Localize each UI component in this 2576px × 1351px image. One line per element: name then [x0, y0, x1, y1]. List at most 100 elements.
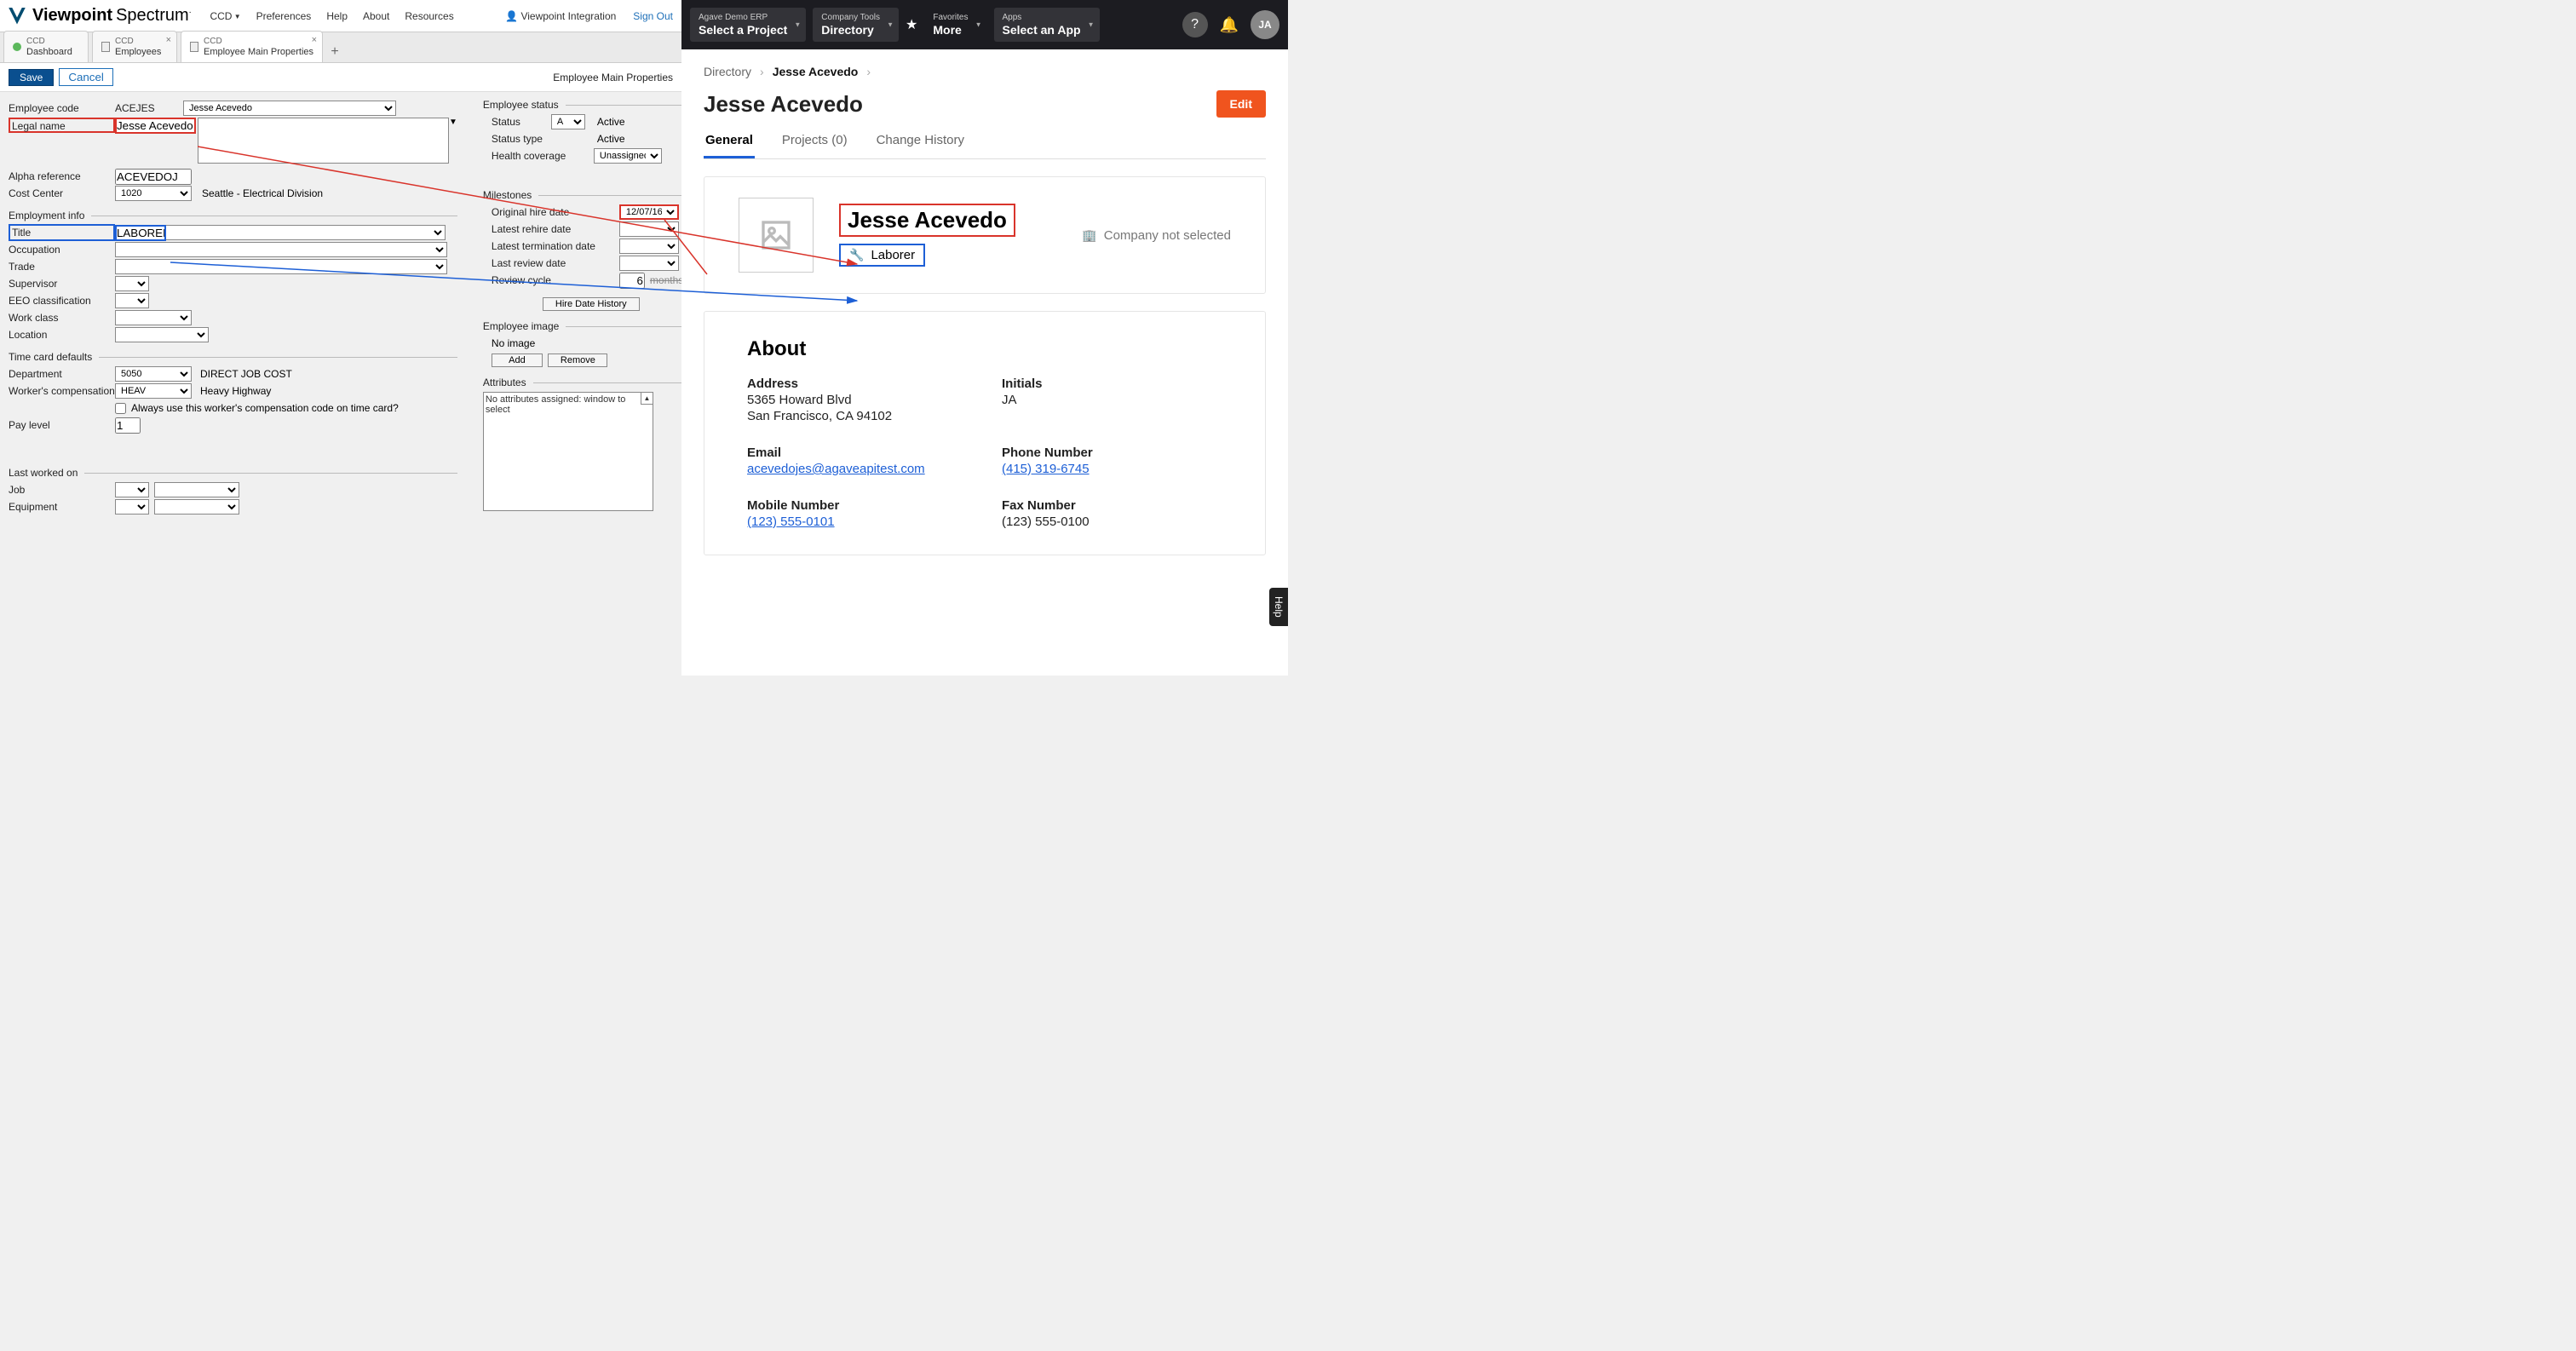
apps-selector[interactable]: AppsSelect an App	[994, 8, 1100, 42]
supervisor-select[interactable]	[115, 276, 149, 291]
add-image-button[interactable]: Add	[492, 354, 543, 367]
alpha-ref-input[interactable]	[115, 169, 192, 185]
edit-button[interactable]: Edit	[1216, 90, 1266, 118]
menu-ccd[interactable]: CCD	[210, 10, 240, 22]
favorites-menu[interactable]: FavoritesMore	[924, 8, 986, 42]
trade-select[interactable]	[115, 259, 447, 274]
status-val: Active	[597, 116, 625, 128]
action-bar: Save Cancel Employee Main Properties	[0, 63, 681, 92]
remove-image-button[interactable]: Remove	[548, 354, 607, 367]
rehire-input[interactable]	[619, 221, 679, 237]
workclass-select[interactable]	[115, 310, 192, 325]
close-icon[interactable]: ×	[166, 35, 171, 45]
menu-help[interactable]: Help	[326, 10, 348, 22]
new-tab-button[interactable]: +	[323, 42, 347, 62]
dept-desc: DIRECT JOB COST	[200, 368, 292, 380]
cost-center-desc: Seattle - Electrical Division	[202, 187, 323, 199]
legal-name-input[interactable]	[115, 118, 196, 134]
lbl-statustype: Status type	[492, 133, 551, 145]
project-selector[interactable]: Agave Demo ERPSelect a Project	[690, 8, 806, 42]
profile-company: 🏢Company not selected	[1082, 228, 1231, 243]
val-address2: San Francisco, CA 94102	[747, 409, 968, 423]
lbl-phone: Phone Number	[1002, 446, 1222, 460]
lbl-fax: Fax Number	[1002, 498, 1222, 513]
lbl-cycle: Review cycle	[492, 274, 619, 286]
orighire-input[interactable]: 12/07/16	[619, 204, 679, 220]
crumb-current: Jesse Acevedo	[773, 65, 859, 78]
user-menu[interactable]: 👤 Viewpoint Integration	[505, 10, 616, 22]
wc-desc: Heavy Highway	[200, 385, 271, 397]
lbl-initials: Initials	[1002, 377, 1222, 391]
vp-logo-icon	[9, 8, 26, 25]
close-icon[interactable]: ×	[312, 35, 317, 45]
breadcrumb: Directory › Jesse Acevedo ›	[704, 65, 1266, 78]
equip-select2[interactable]	[154, 499, 239, 515]
statustype-val: Active	[597, 133, 625, 145]
status-select[interactable]: A	[551, 114, 585, 129]
tab-emp-main[interactable]: CCDEmployee Main Properties×	[181, 31, 323, 62]
lbl-occupation: Occupation	[9, 244, 115, 256]
tab-employees[interactable]: CCDEmployees×	[92, 31, 177, 62]
lbl-supervisor: Supervisor	[9, 278, 115, 290]
lbl-workclass: Work class	[9, 312, 115, 324]
equip-select1[interactable]	[115, 499, 149, 515]
crumb-directory[interactable]: Directory	[704, 65, 751, 78]
term-input[interactable]	[619, 239, 679, 254]
tab-general[interactable]: General	[704, 133, 755, 158]
chevron-right-icon: ›	[760, 65, 764, 78]
user-avatar[interactable]: JA	[1251, 10, 1279, 39]
scroll-up-icon[interactable]: ▲	[641, 393, 653, 405]
tab-dashboard[interactable]: CCDDashboard	[3, 31, 89, 62]
lbl-wc: Worker's compensation	[9, 385, 115, 397]
title-select[interactable]	[166, 225, 446, 240]
job-select1[interactable]	[115, 482, 149, 497]
lbl-term: Latest termination date	[492, 240, 619, 252]
lbl-health: Health coverage	[492, 150, 594, 162]
wc-select[interactable]: HEAV	[115, 383, 192, 399]
lbl-pay: Pay level	[9, 419, 115, 431]
tab-projects[interactable]: Projects (0)	[780, 133, 849, 158]
menu-about[interactable]: About	[363, 10, 389, 22]
cancel-button[interactable]: Cancel	[59, 68, 113, 86]
mobile-link[interactable]: (123) 555-0101	[747, 515, 835, 529]
occupation-select[interactable]	[115, 242, 447, 257]
hire-history-button[interactable]: Hire Date History	[543, 297, 640, 311]
lbl-legalname: Legal name	[9, 118, 115, 133]
lbl-address: Address	[747, 377, 968, 391]
tools-selector[interactable]: Company ToolsDirectory	[813, 8, 899, 42]
lbl-eeo: EEO classification	[9, 295, 115, 307]
save-button[interactable]: Save	[9, 69, 54, 86]
cycle-months: months	[650, 274, 683, 286]
health-select[interactable]: Unassigned	[594, 148, 662, 164]
wc-checkbox[interactable]	[115, 403, 126, 414]
lbl-email: Email	[747, 446, 968, 460]
legal-name-extra[interactable]	[198, 118, 449, 164]
agave-topnav: Agave Demo ERPSelect a Project Company T…	[681, 0, 1288, 49]
lbl-orighire: Original hire date	[492, 206, 619, 218]
phone-link[interactable]: (415) 319-6745	[1002, 462, 1090, 476]
location-select[interactable]	[115, 327, 209, 342]
doc-icon	[101, 42, 110, 52]
lbl-costcenter: Cost Center	[9, 187, 115, 199]
bell-icon[interactable]: 🔔	[1220, 16, 1239, 34]
title-input[interactable]	[115, 225, 166, 241]
help-icon[interactable]: ?	[1182, 12, 1208, 37]
cycle-input[interactable]	[619, 273, 645, 289]
menu-resources[interactable]: Resources	[405, 10, 453, 22]
email-link[interactable]: acevedojes@agaveapitest.com	[747, 462, 925, 476]
job-select2[interactable]	[154, 482, 239, 497]
emp-name-select[interactable]: Jesse Acevedo	[183, 101, 396, 116]
sign-out[interactable]: Sign Out	[633, 10, 673, 22]
attributes-box[interactable]: No attributes assigned: window to select…	[483, 392, 653, 511]
review-input[interactable]	[619, 256, 679, 271]
profile-name: Jesse Acevedo	[839, 204, 1015, 237]
star-icon: ★	[906, 16, 917, 33]
cost-center-select[interactable]: 1020	[115, 186, 192, 201]
menu-prefs[interactable]: Preferences	[256, 10, 312, 22]
dept-select[interactable]: 5050	[115, 366, 192, 382]
favorites-star[interactable]: ★	[906, 16, 917, 33]
eeo-select[interactable]	[115, 293, 149, 308]
tab-history[interactable]: Change History	[875, 133, 966, 158]
help-sidebar-tab[interactable]: Help	[1269, 588, 1288, 626]
pay-input[interactable]	[115, 417, 141, 434]
